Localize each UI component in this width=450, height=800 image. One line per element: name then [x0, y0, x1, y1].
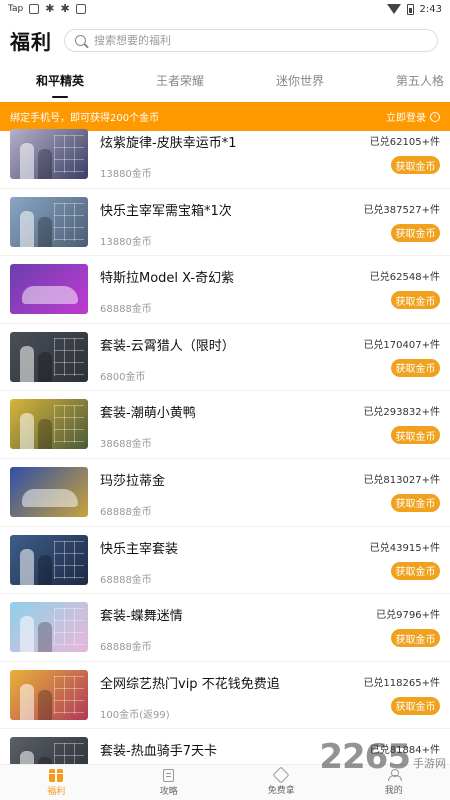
- list-item[interactable]: 全网综艺热门vip 不花钱免费追 100金币(返99) 已兑118265+件 获取金币: [0, 662, 450, 730]
- status-right: 2:43: [386, 3, 442, 15]
- item-thumbnail: [10, 737, 88, 764]
- item-actions: 已兑118265+件获取金币: [363, 670, 440, 715]
- diamond-icon: [272, 766, 290, 784]
- item-actions: 已兑62105+件获取金币: [370, 129, 440, 174]
- get-coins-button[interactable]: 获取金币: [391, 696, 440, 715]
- redeemed-count: 已兑118265+件: [363, 677, 440, 689]
- item-thumbnail: [10, 602, 88, 653]
- doc-icon: [163, 768, 175, 782]
- get-coins-button[interactable]: 获取金币: [391, 156, 440, 174]
- nav-item-1[interactable]: 攻略: [113, 765, 226, 800]
- item-thumbnail: [10, 331, 88, 382]
- redeemed-count: 已兑170407+件: [363, 339, 440, 351]
- nav-label: 我的: [384, 786, 403, 796]
- item-actions: 已兑170407+件获取金币: [363, 332, 440, 377]
- item-thumbnail: [10, 669, 88, 720]
- list-item[interactable]: 玛莎拉蒂金 68888金币 已兑813027+件 获取金币: [0, 459, 450, 527]
- bottom-nav: 福利 攻略 免费拿 我的: [0, 764, 450, 800]
- list-item[interactable]: 快乐主宰军需宝箱*1次 13880金币 已兑387527+件 获取金币: [0, 189, 450, 257]
- nav-item-0[interactable]: 福利: [0, 765, 113, 800]
- page-title: 福利: [10, 29, 52, 54]
- get-coins-button[interactable]: 获取金币: [391, 426, 440, 445]
- nav-label: 攻略: [159, 786, 178, 797]
- get-coins-button[interactable]: 获取金币: [391, 223, 440, 242]
- reward-list: 炫紫旋律-皮肤幸运币*1 13880金币 已兑62105+件 获取金币 快乐主宰军需宝箱…: [0, 121, 450, 764]
- list-item[interactable]: 套装-热血骑手7天卡已兑81884+件获取金币: [0, 729, 450, 764]
- bug-icon: ✱: [60, 2, 70, 15]
- nav-item-2[interactable]: 免费拿: [225, 765, 338, 800]
- image-icon: [29, 4, 40, 14]
- tab-3[interactable]: 第五人格: [360, 58, 450, 102]
- status-left: Tap ✱ ✱: [8, 2, 387, 15]
- redeemed-count: 已兑813027+件: [363, 474, 440, 486]
- list-item[interactable]: 快乐主宰套装 68888金币 已兑43915+件 获取金币: [0, 527, 450, 595]
- redeemed-count: 已兑43915+件: [369, 542, 440, 554]
- item-thumbnail: [10, 264, 88, 315]
- redeemed-count: 已兑81884+件: [369, 745, 440, 757]
- status-app-label: Tap: [8, 4, 24, 14]
- list-item[interactable]: 套装-潮萌小黄鸭 38688金币 已兑293832+件 获取金币: [0, 391, 450, 459]
- get-coins-button[interactable]: 获取金币: [391, 358, 440, 377]
- item-thumbnail: [10, 534, 88, 585]
- item-thumbnail: [10, 196, 88, 247]
- nav-label: 福利: [47, 786, 66, 797]
- redeemed-count: 已兑387527+件: [363, 204, 440, 216]
- list-item[interactable]: 套装-蝶舞迷情 68888金币 已兑9796+件 获取金币: [0, 594, 450, 662]
- item-actions: 已兑81884+件获取金币: [370, 737, 440, 764]
- redeemed-count: 已兑9796+件: [376, 610, 440, 622]
- redeemed-count: 已兑62548+件: [369, 272, 440, 284]
- status-time: 2:43: [419, 3, 442, 15]
- bug-icon: ✱: [45, 2, 55, 15]
- chevron-right-icon: ›: [430, 111, 440, 122]
- item-thumbnail: [10, 466, 88, 517]
- user-icon: [387, 769, 402, 781]
- get-coins-button[interactable]: 获取金币: [391, 561, 440, 580]
- list-item[interactable]: 特斯拉Model X-奇幻紫 68888金币 已兑62548+件 获取金币: [0, 256, 450, 324]
- nav-item-3[interactable]: 我的: [338, 765, 450, 800]
- nav-label: 免费拿: [267, 786, 295, 796]
- redeemed-count: 已兑293832+件: [363, 407, 440, 419]
- get-coins-button[interactable]: 获取金币: [391, 291, 440, 310]
- search-icon: [75, 34, 86, 46]
- item-actions: 已兑43915+件获取金币: [370, 535, 440, 580]
- list-item[interactable]: 套装-云霄猎人（限时） 6800金币 已兑170407+件 获取金币: [0, 324, 450, 392]
- tab-2[interactable]: 迷你世界: [240, 58, 360, 102]
- battery-icon: [406, 3, 414, 15]
- search-box[interactable]: [64, 28, 438, 52]
- wifi-icon: [386, 4, 401, 14]
- tab-1[interactable]: 王者荣耀: [120, 58, 240, 102]
- item-actions: 已兑813027+件获取金币: [363, 467, 440, 512]
- get-coins-button[interactable]: 获取金币: [391, 629, 440, 648]
- item-actions: 已兑387527+件获取金币: [363, 197, 440, 242]
- gift-icon: [49, 768, 64, 782]
- item-thumbnail: [10, 129, 88, 179]
- search-input[interactable]: [94, 33, 427, 47]
- redeemed-count: 已兑62105+件: [369, 137, 440, 148]
- status-bar: Tap ✱ ✱ 2:43: [0, 0, 450, 18]
- item-actions: 已兑9796+件获取金币: [376, 602, 440, 648]
- list-item[interactable]: 炫紫旋律-皮肤幸运币*1 13880金币 已兑62105+件 获取金币: [0, 121, 450, 189]
- get-coins-button[interactable]: 获取金币: [391, 493, 440, 512]
- tab-0[interactable]: 和平精英: [0, 58, 120, 102]
- item-thumbnail: [10, 399, 88, 450]
- header: 福利: [0, 22, 450, 58]
- a-icon: [75, 4, 86, 14]
- item-actions: 已兑293832+件获取金币: [363, 399, 440, 445]
- item-actions: 已兑62548+件获取金币: [369, 264, 440, 310]
- category-tabs: 和平精英 王者荣耀 迷你世界 第五人格: [0, 58, 450, 102]
